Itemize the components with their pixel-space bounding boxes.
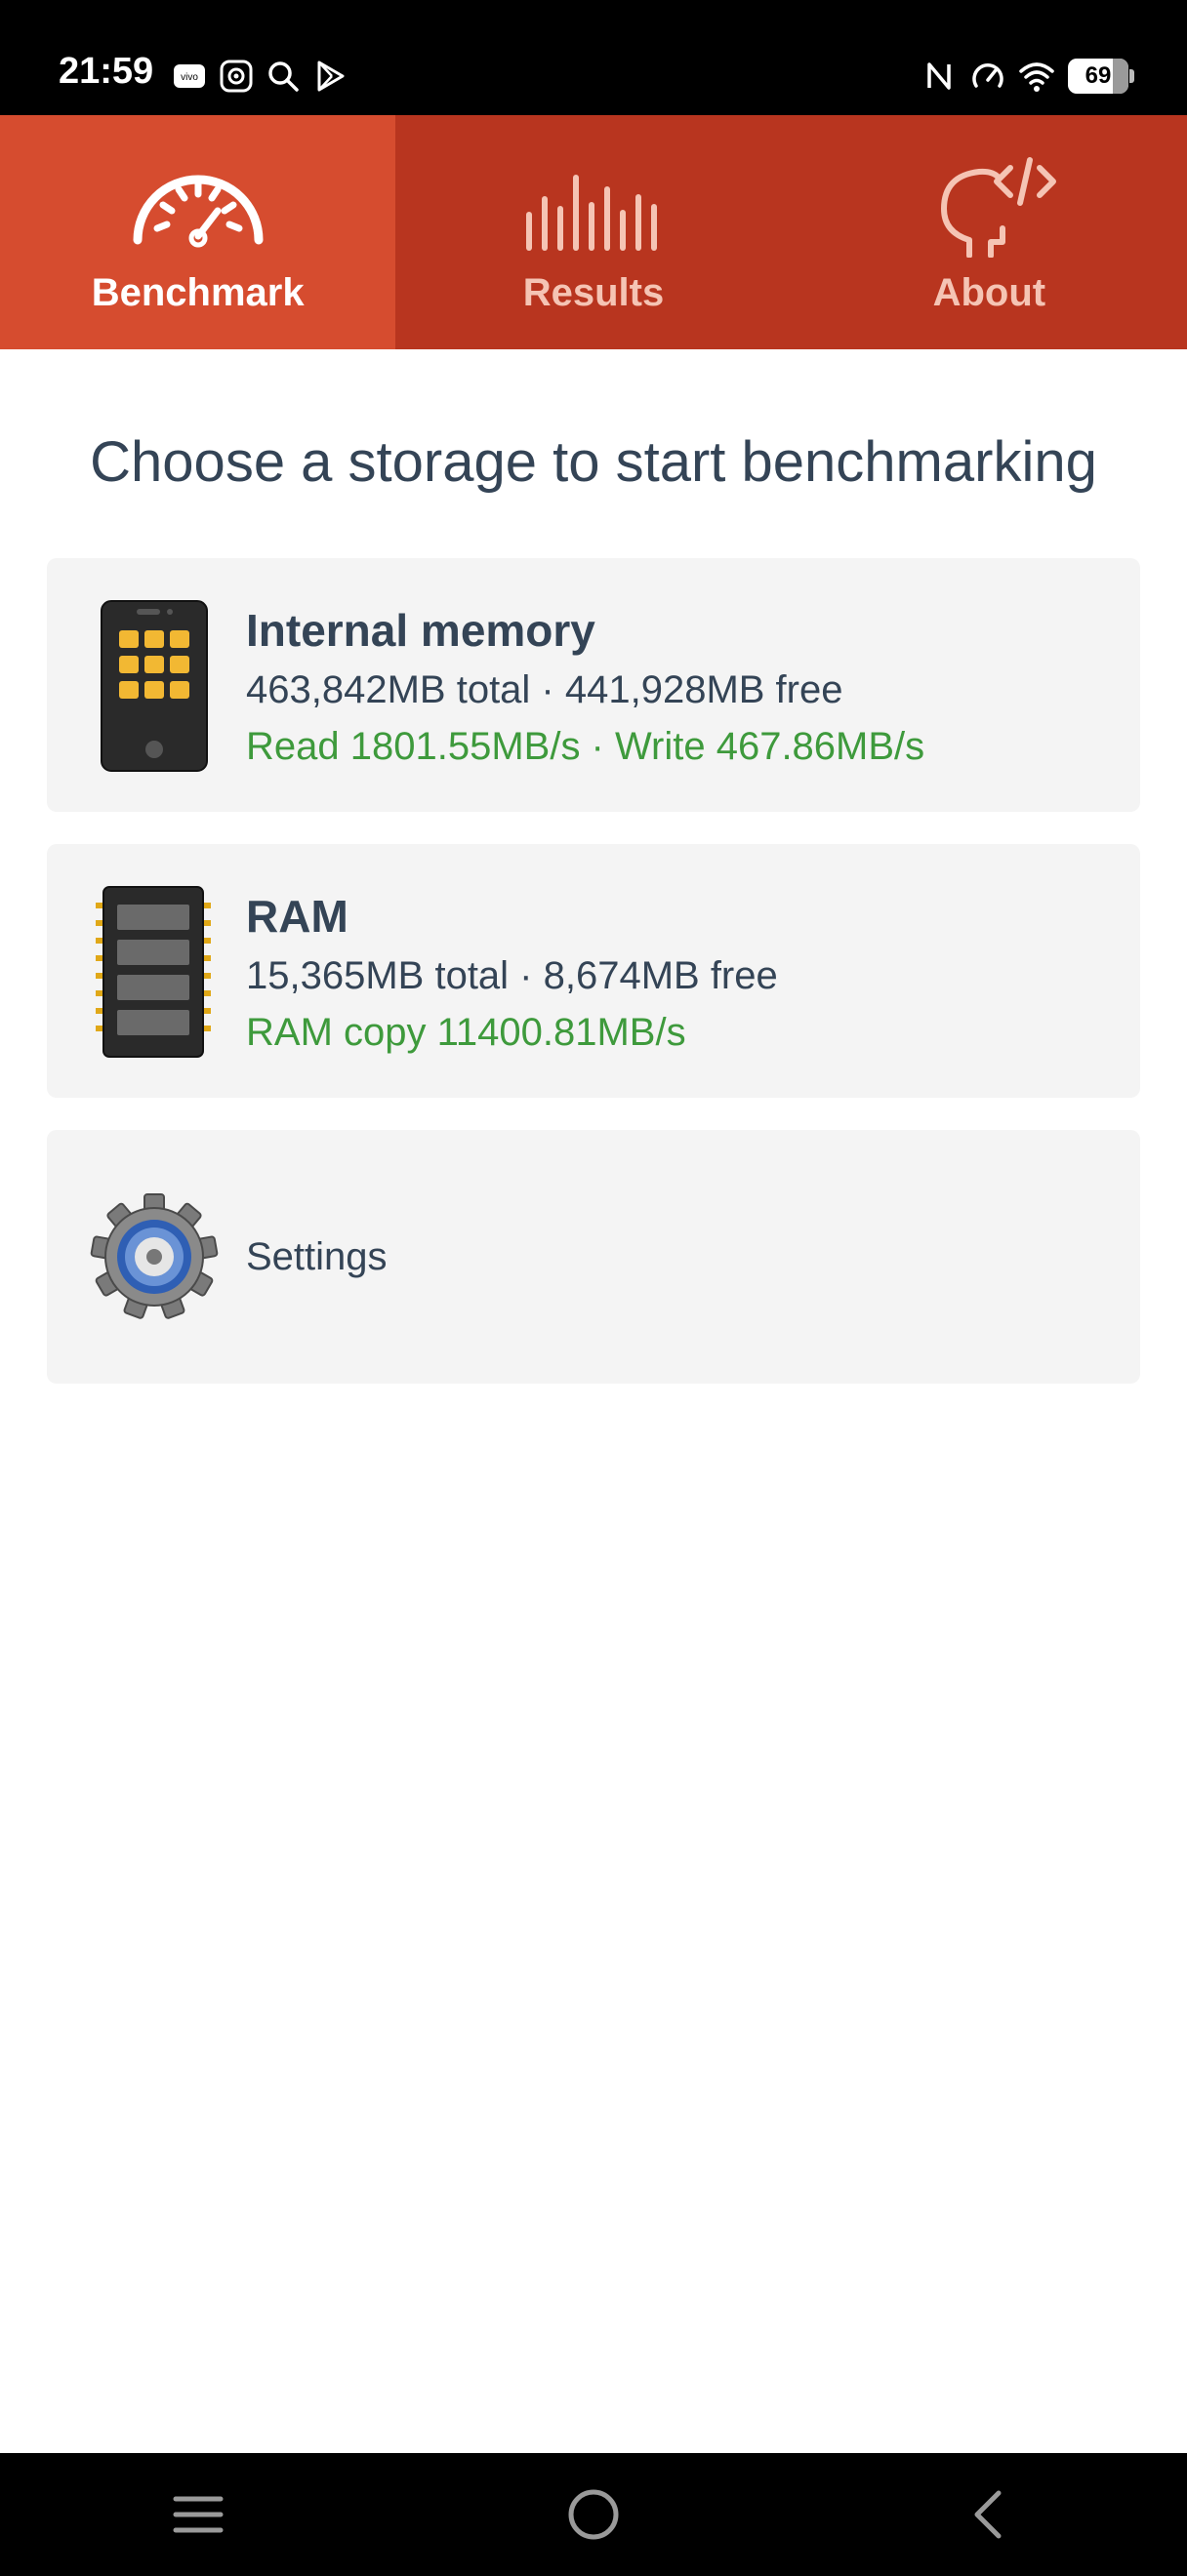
play-store-icon — [317, 60, 345, 92]
page-heading: Choose a storage to start benchmarking — [90, 430, 1097, 494]
internal-memory-text: Internal memory 463,842MB total · 441,92… — [246, 603, 1111, 775]
back-icon — [974, 2490, 1002, 2539]
ram-text: RAM 15,365MB total · 8,674MB free RAM co… — [246, 889, 1111, 1061]
home-icon — [568, 2489, 619, 2540]
tab-bar: Benchmark Results About — [0, 115, 1187, 349]
home-button[interactable] — [535, 2466, 652, 2563]
battery-icon: 69 — [1068, 59, 1134, 94]
status-right-icons: 69 — [921, 57, 1134, 96]
battery-percent: 69 — [1085, 62, 1112, 89]
head-code-icon — [941, 157, 1057, 258]
wifi-icon — [1019, 62, 1054, 92]
phone-icon — [101, 600, 208, 772]
menu-icon — [173, 2496, 224, 2533]
internal-memory-title: Internal memory — [246, 605, 595, 656]
settings-card[interactable]: Settings — [47, 1130, 1140, 1384]
vivo-icon: vivo — [174, 64, 205, 88]
ram-chip-icon — [96, 886, 211, 1058]
tab-about-label: About — [932, 271, 1046, 314]
status-time: 21:59 — [59, 51, 154, 92]
settings-label: Settings — [246, 1234, 388, 1278]
internal-memory-card[interactable]: Internal memory 463,842MB total · 441,92… — [47, 558, 1140, 812]
ram-title: RAM — [246, 891, 348, 942]
nfc-icon — [927, 62, 951, 90]
bars-icon — [525, 175, 657, 251]
back-button[interactable] — [930, 2466, 1047, 2563]
tab-benchmark[interactable]: Benchmark — [0, 115, 396, 349]
battery-level — [1113, 59, 1128, 94]
camera-app-icon — [220, 60, 253, 93]
tab-about[interactable]: About — [792, 115, 1187, 349]
tab-benchmark-label: Benchmark — [91, 271, 305, 314]
navigation-bar — [0, 2453, 1187, 2576]
speedometer-icon — [133, 175, 264, 248]
ram-card[interactable]: RAM 15,365MB total · 8,674MB free RAM co… — [47, 844, 1140, 1098]
menu-button[interactable] — [140, 2466, 257, 2563]
svg-text:vivo: vivo — [181, 72, 198, 83]
tab-results[interactable]: Results — [395, 115, 791, 349]
gear-icon — [90, 1193, 219, 1319]
internal-memory-speed: Read 1801.55MB/s · Write 467.86MB/s — [246, 724, 925, 768]
search-icon — [268, 61, 299, 92]
tab-results-label: Results — [522, 271, 665, 314]
speed-icon — [972, 63, 1003, 88]
ram-capacity: 15,365MB total · 8,674MB free — [246, 953, 778, 997]
status-bar: 21:59 vivo 69 — [0, 0, 1187, 115]
status-left-icons: vivo — [172, 57, 348, 96]
internal-memory-capacity: 463,842MB total · 441,928MB free — [246, 667, 843, 711]
ram-speed: RAM copy 11400.81MB/s — [246, 1010, 686, 1054]
